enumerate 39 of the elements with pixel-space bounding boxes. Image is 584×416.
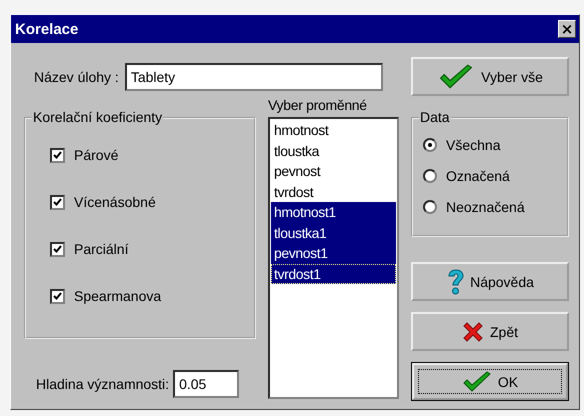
radio-label: Označená: [446, 168, 510, 184]
check-mark-icon: [462, 370, 492, 392]
list-item[interactable]: hmotnost1: [271, 202, 396, 222]
checkbox[interactable]: [50, 148, 65, 162]
checkbox-label: Spearmanova: [74, 288, 162, 304]
window-title: Korelace: [15, 20, 78, 38]
question-mark-icon: [446, 268, 464, 294]
help-button[interactable]: Nápověda: [411, 262, 569, 301]
radio-label: Neoznačená: [446, 199, 525, 215]
check-mark-icon: [53, 292, 62, 300]
radio-button[interactable]: [423, 200, 437, 214]
list-item[interactable]: pevnost1: [271, 243, 396, 264]
checkbox-label: Parciální: [74, 241, 128, 257]
checkbox-label: Párové: [74, 147, 118, 163]
significance-label: Hladina významnosti:: [36, 376, 170, 392]
list-item[interactable]: tvrdost1: [271, 264, 396, 284]
check-mark-icon: [53, 245, 62, 253]
radio-button[interactable]: [423, 169, 437, 183]
ok-button[interactable]: OK: [411, 362, 569, 401]
task-name-field[interactable]: Tablety: [124, 63, 383, 91]
radio-label: Všechna: [446, 137, 500, 153]
select-all-button[interactable]: Vyber vše: [411, 57, 569, 96]
list-title: Vyber proměnné: [268, 97, 368, 113]
variables-list[interactable]: hmotnost tloustka pevnost tvrdost hmotnost1 tloustka1 pevnost1 tvrdost1: [268, 117, 399, 399]
back-button[interactable]: Zpět: [411, 312, 569, 351]
checkbox[interactable]: [50, 288, 65, 304]
radio-button[interactable]: [423, 138, 437, 152]
check-mark-icon: [53, 151, 62, 159]
list-item[interactable]: tloustka1: [271, 222, 396, 243]
significance-field[interactable]: 0.05: [173, 370, 240, 398]
checkbox[interactable]: [50, 242, 65, 256]
close-button[interactable]: ×: [558, 20, 576, 38]
group-title: Data: [419, 109, 451, 125]
checkbox[interactable]: [50, 194, 65, 210]
check-mark-icon: [53, 198, 62, 206]
checkbox-label: Vícenásobné: [74, 194, 156, 210]
task-name-label: Název úlohy :: [34, 69, 119, 85]
group-title: Korelační koeficienty: [32, 109, 164, 125]
cross-icon: [462, 320, 484, 342]
